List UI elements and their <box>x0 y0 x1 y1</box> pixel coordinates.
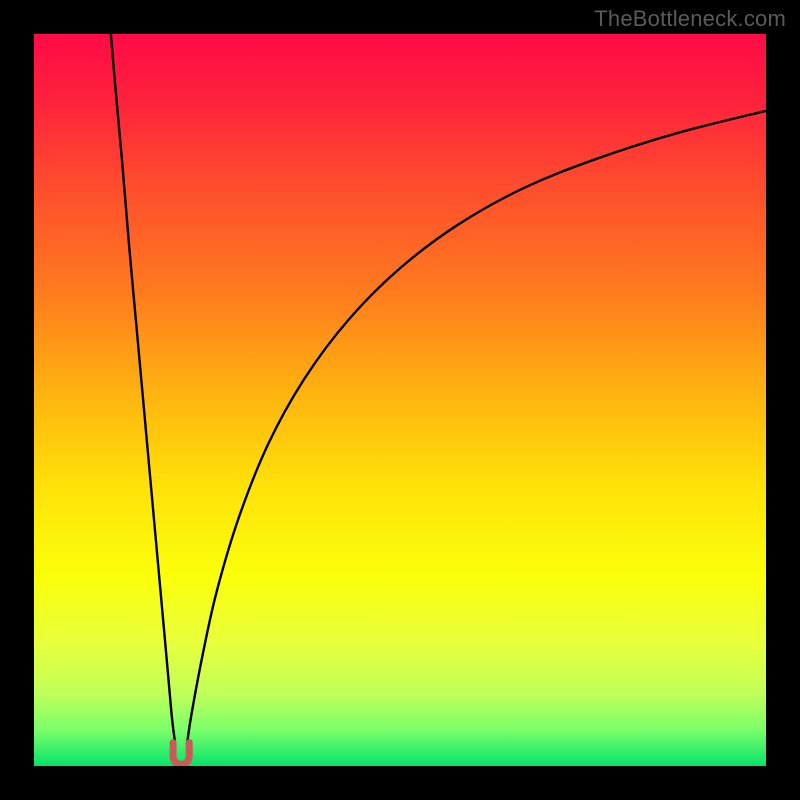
plot-area <box>34 34 766 766</box>
chart-frame: TheBottleneck.com <box>0 0 800 800</box>
bottleneck-chart <box>34 34 766 766</box>
watermark-text: TheBottleneck.com <box>594 6 786 32</box>
